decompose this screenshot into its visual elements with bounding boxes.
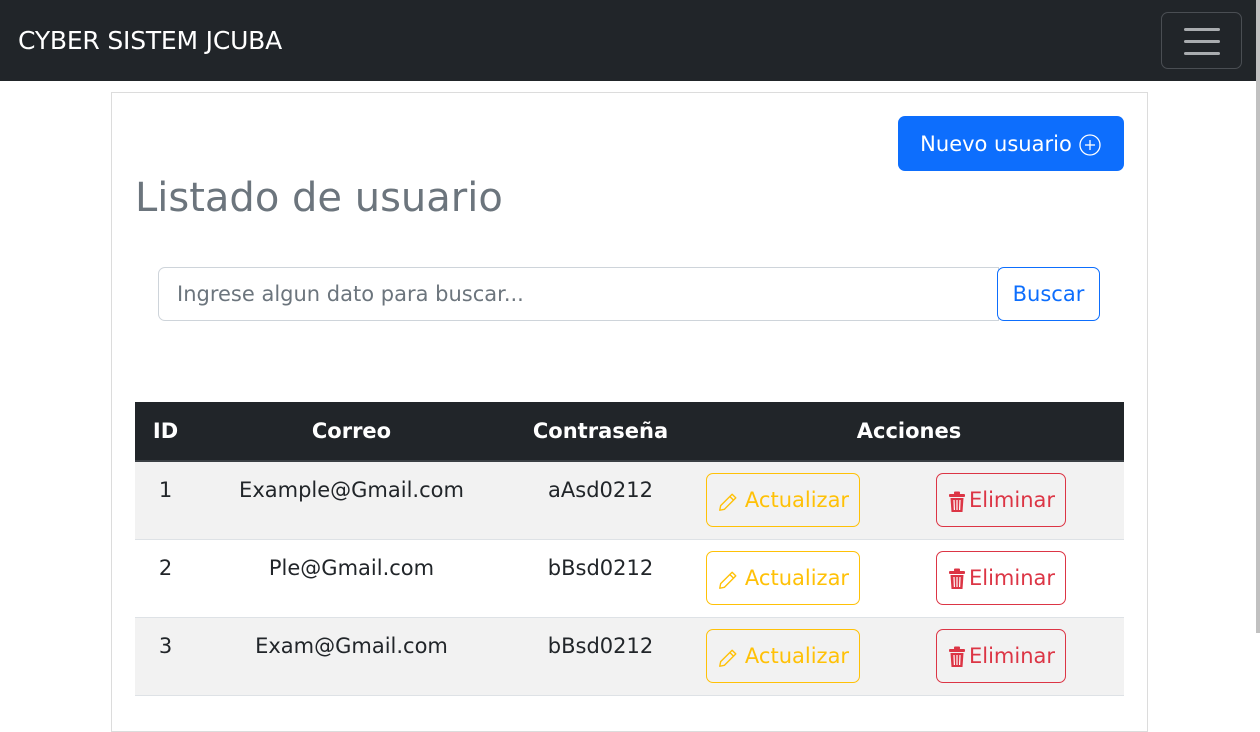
new-user-button[interactable]: Nuevo usuario [898, 116, 1124, 171]
update-button[interactable]: Actualizar [706, 473, 860, 527]
page-title: Listado de usuario [135, 172, 503, 224]
update-button[interactable]: Actualizar [706, 551, 860, 605]
table-row: 3 Exam@Gmail.com bBsd0212 Actualizar [135, 617, 1124, 695]
trash-icon [947, 568, 967, 590]
pencil-icon [717, 491, 739, 513]
page-scrollbar[interactable] [1256, 0, 1260, 633]
trash-icon [947, 491, 967, 513]
delete-button-label: Eliminar [969, 566, 1055, 590]
delete-button[interactable]: Eliminar [936, 473, 1066, 527]
update-button-label: Actualizar [745, 488, 849, 512]
cell-contrasena: bBsd0212 [507, 617, 694, 695]
column-header-correo: Correo [196, 402, 507, 461]
navbar: CYBER SISTEM JCUBA [0, 0, 1256, 81]
delete-button[interactable]: Eliminar [936, 551, 1066, 605]
update-button-label: Actualizar [745, 644, 849, 668]
pencil-icon [717, 647, 739, 669]
cell-acciones: Actualizar Eliminar [694, 461, 1124, 539]
cell-acciones: Actualizar Eliminar [694, 617, 1124, 695]
search-input[interactable] [158, 267, 999, 321]
update-button-label: Actualizar [745, 566, 849, 590]
update-button[interactable]: Actualizar [706, 629, 860, 683]
delete-button[interactable]: Eliminar [936, 629, 1066, 683]
column-header-id: ID [135, 402, 196, 461]
cell-id: 3 [135, 617, 196, 695]
cell-correo: Example@Gmail.com [196, 461, 507, 539]
trash-icon [947, 646, 967, 668]
navbar-toggler-button[interactable] [1161, 12, 1242, 69]
cell-id: 1 [135, 461, 196, 539]
navbar-brand[interactable]: CYBER SISTEM JCUBA [18, 24, 282, 58]
new-user-label: Nuevo usuario [920, 132, 1072, 156]
cell-correo: Exam@Gmail.com [196, 617, 507, 695]
table-row: 1 Example@Gmail.com aAsd0212 Actualizar [135, 461, 1124, 539]
column-header-acciones: Acciones [694, 402, 1124, 461]
cell-contrasena: aAsd0212 [507, 461, 694, 539]
pencil-icon [717, 569, 739, 591]
search-button[interactable]: Buscar [997, 267, 1100, 321]
cell-id: 2 [135, 539, 196, 617]
table-row: 2 Ple@Gmail.com bBsd0212 Actualizar [135, 539, 1124, 617]
users-table: ID Correo Contraseña Acciones 1 Example@… [135, 402, 1124, 696]
table-header-row: ID Correo Contraseña Acciones [135, 402, 1124, 461]
cell-acciones: Actualizar Eliminar [694, 539, 1124, 617]
cell-correo: Ple@Gmail.com [196, 539, 507, 617]
delete-button-label: Eliminar [969, 488, 1055, 512]
plus-circle-icon [1078, 133, 1102, 157]
cell-contrasena: bBsd0212 [507, 539, 694, 617]
column-header-contrasena: Contraseña [507, 402, 694, 461]
delete-button-label: Eliminar [969, 644, 1055, 668]
